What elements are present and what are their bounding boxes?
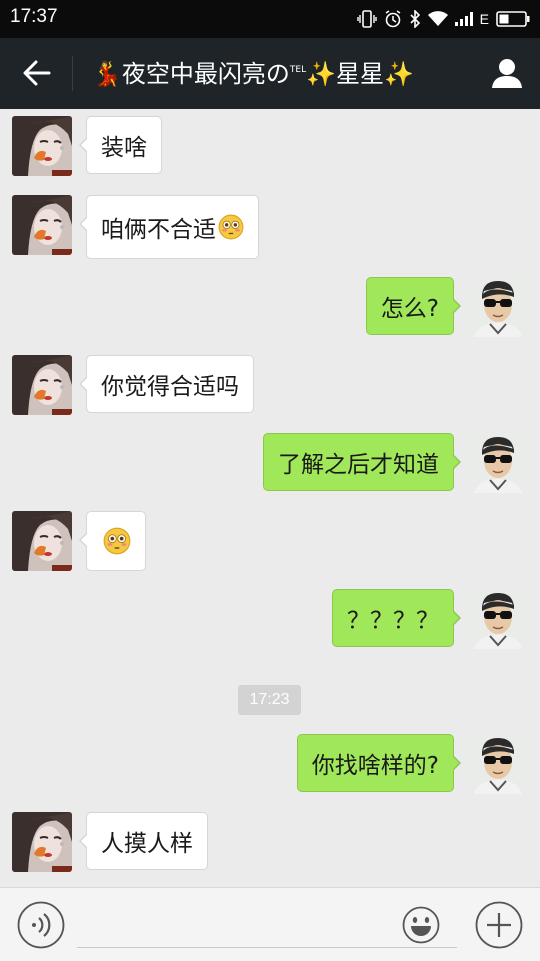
title-prefix: 💃夜空中最闪亮の: [92, 60, 290, 88]
contact-avatar[interactable]: [12, 812, 72, 872]
bluetooth-icon: [409, 10, 421, 28]
my-avatar[interactable]: [468, 734, 528, 794]
sparkles-icon: ✨: [383, 60, 414, 88]
message-bubble[interactable]: 装啥: [79, 116, 162, 174]
message-bubble[interactable]: 人摸人样: [79, 812, 208, 870]
my-avatar[interactable]: [468, 277, 528, 337]
message-bubble[interactable]: 咱俩不合适: [79, 195, 259, 259]
sparkles-icon: ✨: [306, 60, 336, 88]
message-bubble[interactable]: ？？？？: [332, 589, 461, 647]
emoji-button[interactable]: [401, 905, 441, 945]
message-text: 怎么?: [380, 296, 439, 322]
message-text: 装啥: [101, 135, 147, 161]
message-bubble[interactable]: 你觉得合适吗: [79, 355, 254, 413]
message-bubble[interactable]: 你找啥样的?: [296, 734, 462, 792]
back-button[interactable]: [14, 50, 60, 96]
message-text: 你找啥样的?: [311, 753, 439, 779]
message-text: 咱俩不合适: [101, 217, 216, 243]
status-bar: 17:37 E: [0, 0, 540, 38]
message-text: 了解之后才知道: [278, 452, 439, 478]
message-text: ？？？？: [347, 608, 439, 634]
time-divider: 17:23: [238, 685, 301, 715]
person-icon: [492, 59, 522, 88]
vibrate-icon: [356, 10, 377, 28]
contact-avatar[interactable]: [12, 195, 72, 255]
title-name: 星星: [335, 60, 384, 88]
header-divider: [72, 56, 73, 91]
plus-icon: [475, 901, 523, 949]
title-tel: TEL: [289, 65, 307, 75]
message-bubble[interactable]: [79, 511, 146, 571]
contact-avatar[interactable]: [12, 355, 72, 415]
voice-button[interactable]: [17, 901, 65, 949]
status-icons: E: [356, 8, 530, 30]
message-bubble[interactable]: 了解之后才知道: [263, 433, 461, 491]
battery-icon: [496, 11, 530, 27]
voice-icon: [17, 901, 65, 949]
flushed-face-icon: [218, 214, 244, 240]
arrow-left-icon: [23, 60, 51, 86]
alarm-icon: [384, 10, 402, 28]
my-avatar[interactable]: [468, 433, 528, 493]
message-bubble[interactable]: 怎么?: [365, 277, 462, 335]
chat-header: 💃夜空中最闪亮のTEL✨星星✨: [0, 38, 540, 109]
pleading-face-icon: [103, 527, 131, 555]
message-text: 人摸人样: [101, 831, 193, 857]
my-avatar[interactable]: [468, 589, 528, 649]
chat-info-button[interactable]: [484, 50, 530, 96]
wifi-icon: [427, 11, 448, 27]
message-input[interactable]: [77, 902, 457, 948]
chat-title: 💃夜空中最闪亮のTEL✨星星✨: [92, 56, 460, 92]
signal-icon: [454, 12, 473, 26]
network-type: E: [479, 11, 489, 27]
status-time: 17:37: [10, 6, 58, 27]
smiley-icon: [402, 906, 440, 944]
message-text: 你觉得合适吗: [101, 374, 239, 400]
message-list[interactable]: 装啥 咱俩不合适 怎么? 你觉得合适吗 了解之后才知道 ？？？？ 17:23 你…: [0, 109, 540, 887]
contact-avatar[interactable]: [12, 511, 72, 571]
input-bar: [0, 887, 540, 961]
more-button[interactable]: [475, 901, 523, 949]
contact-avatar[interactable]: [12, 116, 72, 176]
